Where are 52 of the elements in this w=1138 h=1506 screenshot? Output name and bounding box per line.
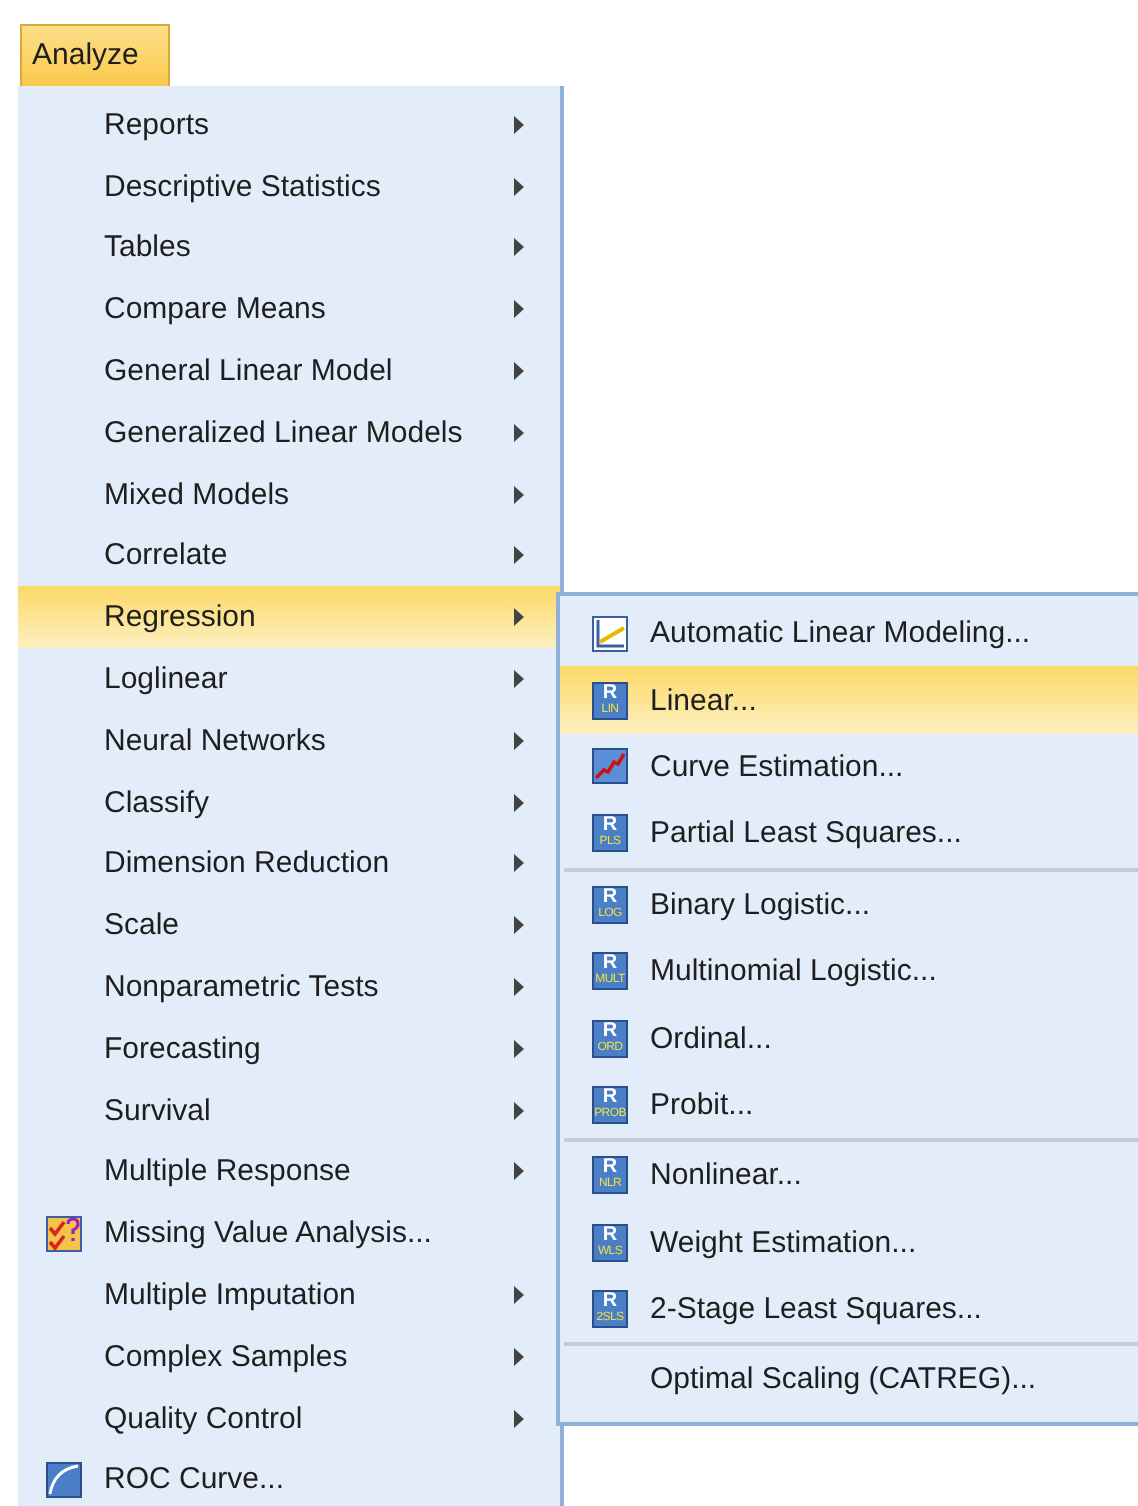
menu-item[interactable]: Dimension Reduction xyxy=(18,833,560,895)
submenu-arrow-icon xyxy=(514,670,524,689)
menu-item[interactable]: Neural Networks xyxy=(18,709,560,772)
menu-item[interactable]: Multiple Imputation xyxy=(18,1264,560,1326)
menu-item[interactable]: Survival xyxy=(18,1079,560,1142)
submenu-arrow-icon xyxy=(514,485,524,504)
submenu-arrow-icon xyxy=(514,978,524,997)
submenu-arrow-icon xyxy=(514,854,524,873)
submenu-arrow-icon xyxy=(514,177,524,196)
submenu-arrow-icon xyxy=(514,423,524,442)
menu-item[interactable]: Quality Control xyxy=(18,1387,560,1450)
menu-title[interactable]: Analyze xyxy=(20,24,170,86)
submenu-arrow-icon xyxy=(514,731,524,750)
submenu-arrow-icon xyxy=(514,1039,524,1058)
submenu-arrow-icon xyxy=(514,1162,524,1181)
menu-item[interactable]: Optimal Scaling (CATREG)... xyxy=(560,1346,1138,1414)
submenu-arrow-icon xyxy=(514,1101,524,1120)
menu-item[interactable]: Regression xyxy=(18,586,560,649)
menu-item[interactable]: Generalized Linear Models xyxy=(18,401,560,464)
checklist-icon xyxy=(46,1215,82,1252)
submenu-arrow-icon xyxy=(514,115,524,134)
menu-item[interactable]: Classify xyxy=(18,771,560,834)
submenu-arrow-icon xyxy=(514,916,524,935)
menu-item[interactable]: Compare Means xyxy=(18,278,560,341)
submenu-arrow-icon xyxy=(514,1347,524,1366)
menu-item[interactable]: Scale xyxy=(18,894,560,957)
menu-item[interactable]: ROC Curve... xyxy=(18,1449,560,1506)
submenu-arrow-icon xyxy=(514,793,524,812)
submenu-arrow-icon xyxy=(514,300,524,319)
menu-item[interactable]: Loglinear xyxy=(18,648,560,710)
menu-item[interactable]: Mixed Models xyxy=(18,463,560,526)
submenu-arrow-icon xyxy=(514,362,524,381)
submenu-arrow-icon xyxy=(514,608,524,627)
submenu-arrow-icon xyxy=(514,1286,524,1305)
menu-item[interactable]: Curve Estimation... xyxy=(560,733,1138,801)
menu-item[interactable]: Missing Value Analysis... xyxy=(18,1202,560,1265)
menu-item[interactable]: Forecasting xyxy=(18,1017,560,1080)
submenu-arrow-icon xyxy=(514,546,524,565)
menu-item[interactable]: Automatic Linear Modeling... xyxy=(560,600,1138,667)
zigzag-chart-icon xyxy=(592,748,628,785)
menu-item[interactable]: Reports xyxy=(18,94,560,156)
menu-item[interactable]: General Linear Model xyxy=(18,340,560,402)
submenu-arrow-icon xyxy=(514,1409,524,1428)
menu-item[interactable]: Descriptive Statistics xyxy=(18,155,560,218)
menu-item[interactable]: Complex Samples xyxy=(18,1325,560,1388)
curve-chart-icon xyxy=(46,1461,82,1498)
submenu-arrow-icon xyxy=(514,238,524,257)
menu-item[interactable]: Correlate xyxy=(18,525,560,587)
menu-item[interactable]: Multiple Response xyxy=(18,1141,560,1203)
menu-item[interactable]: Nonparametric Tests xyxy=(18,956,560,1018)
line-chart-icon xyxy=(592,615,628,652)
menu-item[interactable]: Tables xyxy=(18,217,560,279)
